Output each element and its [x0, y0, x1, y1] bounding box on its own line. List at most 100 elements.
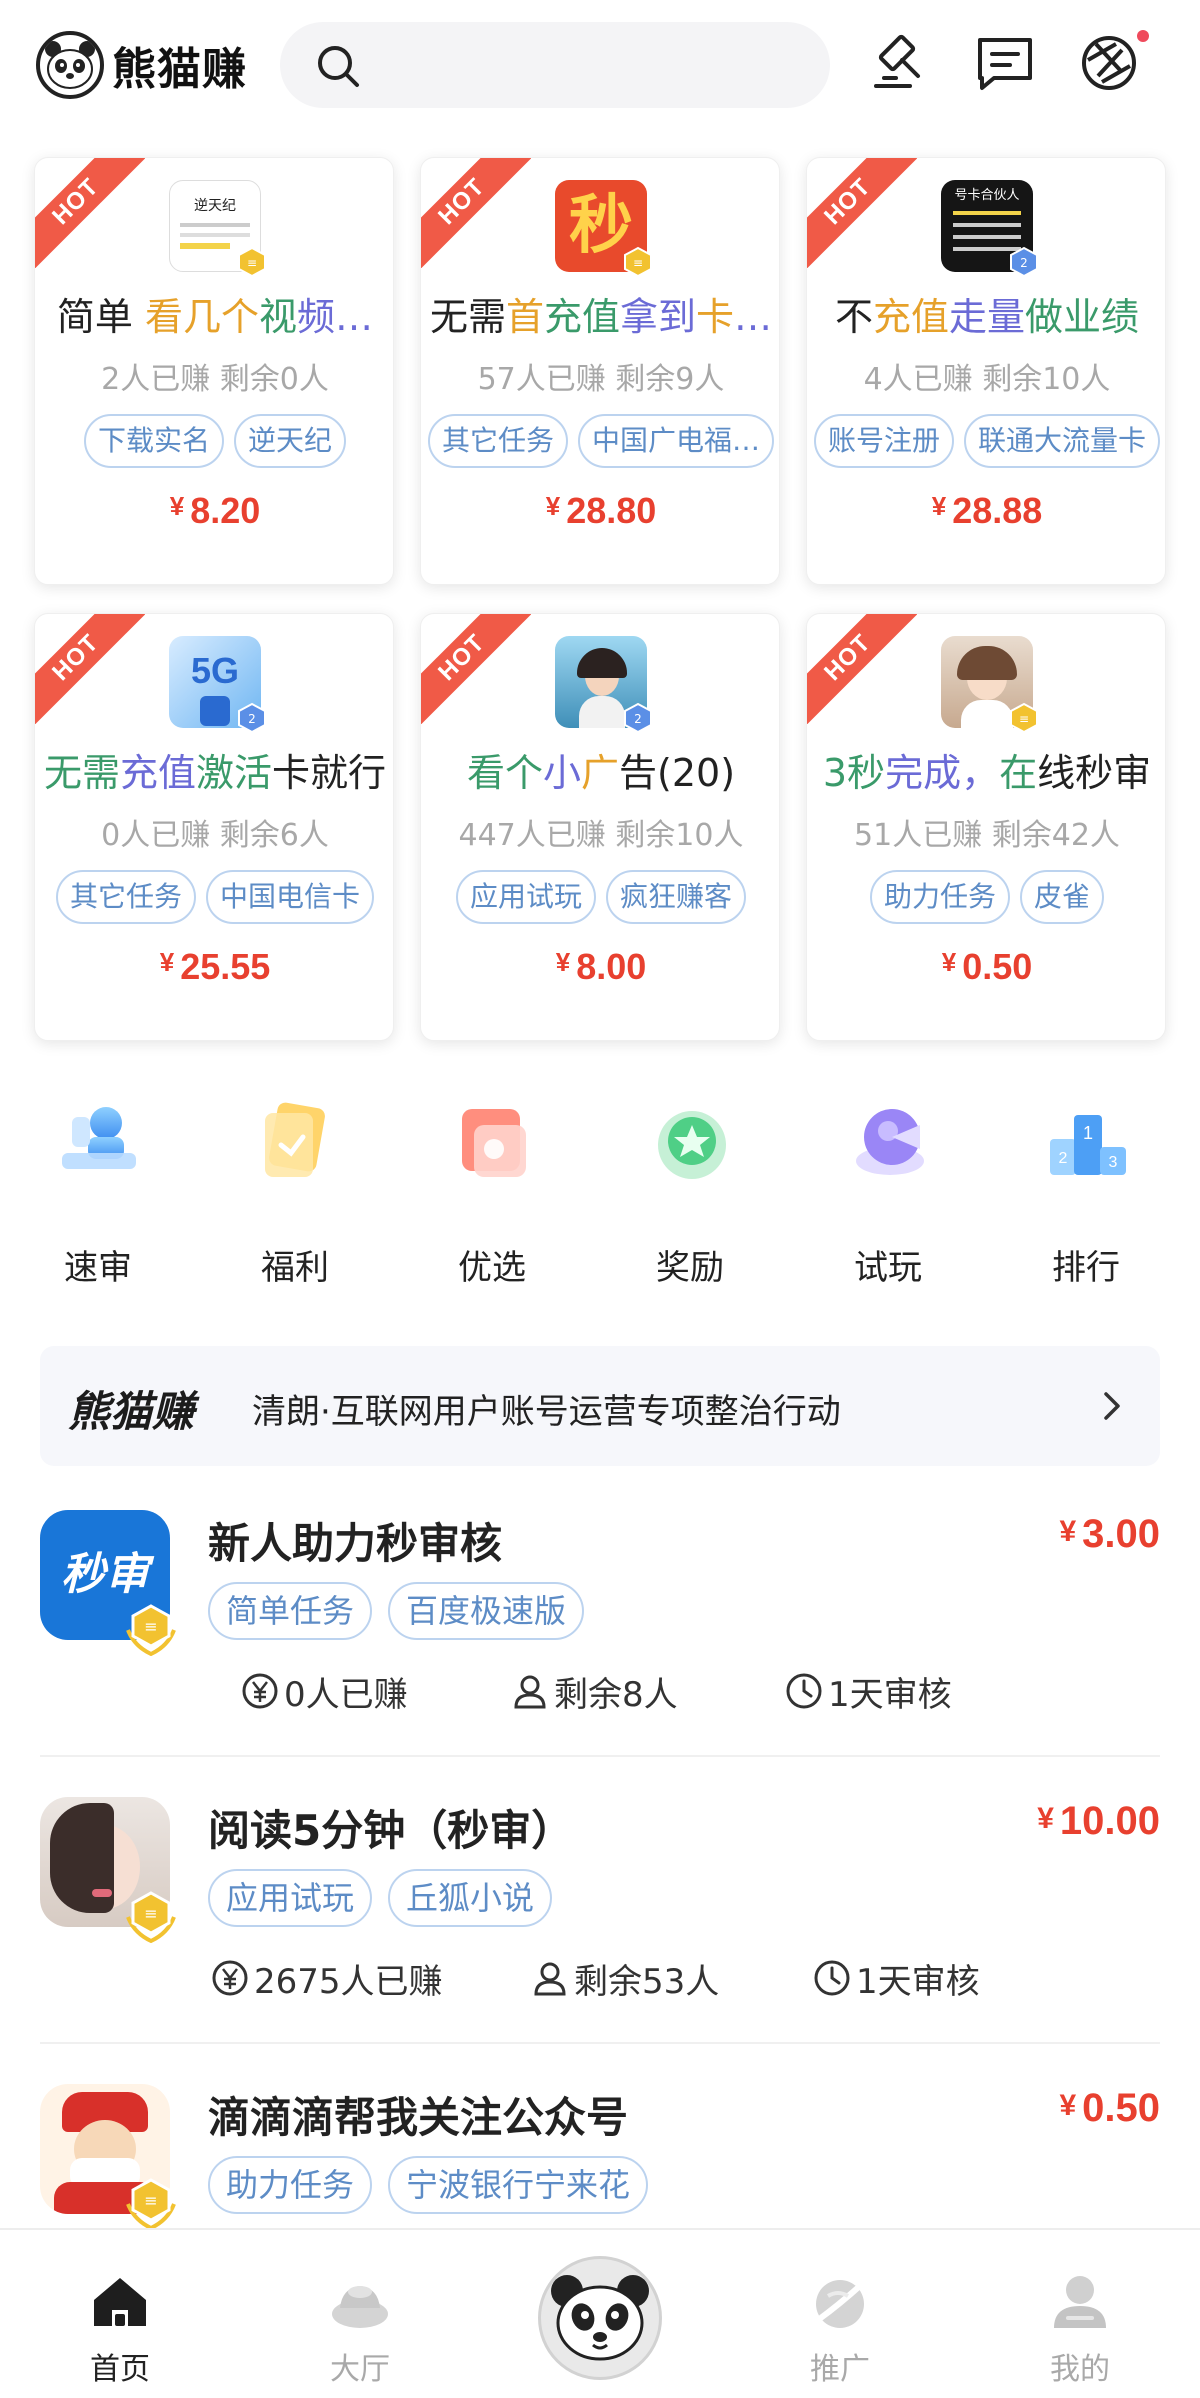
welfare-icon	[265, 1102, 325, 1177]
category-preferred[interactable]: 优选	[422, 1095, 562, 1295]
announcement-bar[interactable]: 熊猫赚 清朗·互联网用户账号运营专项整治行动	[40, 1346, 1160, 1466]
category-welfare[interactable]: 福利	[225, 1095, 365, 1295]
fast-review-icon	[62, 1107, 136, 1169]
task-tag[interactable]: 百度极速版	[388, 1582, 585, 1640]
svg-text:2: 2	[634, 712, 642, 726]
task-tag[interactable]: 中国广电福…	[578, 414, 775, 468]
hot-task-card[interactable]: HOT 2 看个小广告(20) 447人已赚 剩余10人 应用试玩 疯狂赚客 ¥…	[420, 613, 780, 1041]
category-fast-review[interactable]: 速审	[28, 1095, 168, 1295]
task-earned: 2675人已赚	[210, 1955, 443, 2002]
top-header: 熊猫赚	[0, 0, 1200, 130]
category-label: 试玩	[854, 1248, 922, 1288]
tab-home[interactable]: 首页	[40, 2230, 200, 2398]
tab-promote[interactable]: 推广	[760, 2230, 920, 2398]
hot-task-card[interactable]: HOT 号卡合伙人 2 不充值走量做业绩 4人已赚 剩余10人 账号注册 联通大…	[806, 157, 1166, 585]
tab-label: 推广	[810, 2352, 870, 2387]
svg-text:1: 1	[1083, 1123, 1093, 1143]
hot-ribbon: HOT	[421, 158, 531, 268]
notice-text: 清朗·互联网用户账号运营专项整治行动	[252, 1392, 841, 1432]
svg-text:≡: ≡	[144, 1617, 157, 1636]
task-tag[interactable]: 应用试玩	[208, 1869, 373, 1927]
task-tag[interactable]: 下载实名	[83, 414, 224, 468]
category-label: 福利	[261, 1248, 329, 1288]
task-title: 滴滴滴帮我关注公众号	[208, 2093, 629, 2142]
hot-task-price: ¥8.20	[169, 490, 261, 531]
hot-task-price: ¥28.88	[931, 490, 1043, 531]
home-icon	[94, 2278, 146, 2326]
hot-ribbon: HOT	[35, 158, 145, 268]
task-tag[interactable]: 皮雀	[1020, 870, 1105, 924]
task-list-item[interactable]: 秒审 ≡ 新人助力秒审核 ¥3.00 简单任务 百度极速版 0人已赚 剩余8人 …	[40, 1470, 1160, 1757]
hot-task-card[interactable]: HOT ≡ 3秒完成，在线秒审 51人已赚 剩余42人 助力任务 皮雀 ¥0.5…	[806, 613, 1166, 1041]
task-price: ¥10.00	[1037, 1799, 1160, 1843]
task-tag[interactable]: 账号注册	[813, 414, 954, 468]
category-shortcuts: 速审 福利 优选 奖励 试玩 1 2 3 排行	[0, 1095, 1200, 1295]
panda-logo-icon	[36, 31, 104, 99]
task-list-item[interactable]: ≡ 阅读5分钟（秒审） ¥10.00 应用试玩 丘狐小说 2675人已赚 剩余5…	[40, 1757, 1160, 2044]
auction-hammer-icon[interactable]	[866, 30, 932, 96]
app-logo[interactable]: 熊猫赚	[36, 30, 247, 100]
hot-task-price: ¥25.55	[159, 946, 271, 987]
svg-text:≡: ≡	[144, 1904, 157, 1923]
hot-task-title: 简单 看几个视频…	[56, 295, 374, 339]
aperture-settings-icon[interactable]	[1076, 30, 1142, 96]
svg-text:3: 3	[1109, 1154, 1118, 1171]
task-earned: 0人已赚	[240, 1668, 408, 1715]
task-tag[interactable]: 疯狂赚客	[606, 870, 747, 924]
hot-ribbon: HOT	[807, 614, 917, 724]
task-tag[interactable]: 其它任务	[55, 870, 196, 924]
notification-dot	[1137, 30, 1149, 42]
task-tag[interactable]: 中国电信卡	[206, 870, 375, 924]
category-label: 速审	[64, 1248, 132, 1288]
hot-task-title: 3秒完成，在线秒审	[822, 751, 1152, 795]
hot-task-card[interactable]: HOT 秒 ≡ 无需首充值拿到卡… 57人已赚 剩余9人 其它任务 中国广电福……	[420, 157, 780, 585]
category-ranking[interactable]: 1 2 3 排行	[1016, 1095, 1156, 1295]
task-tag[interactable]: 丘狐小说	[388, 1869, 553, 1927]
category-reward[interactable]: 奖励	[620, 1095, 760, 1295]
panda-center-button[interactable]	[538, 2256, 662, 2380]
task-remaining: 剩余53人	[530, 1955, 719, 2002]
message-icon[interactable]	[972, 30, 1038, 96]
task-tag[interactable]: 逆天纪	[234, 414, 347, 468]
hot-task-title: 无需充值激活卡就行	[43, 751, 387, 795]
gold-level-badge-icon: ≡	[126, 1604, 176, 1656]
svg-text:≡: ≡	[1019, 712, 1029, 726]
svg-text:2: 2	[1059, 1150, 1068, 1167]
category-label: 优选	[458, 1248, 526, 1288]
hot-task-stats: 447人已赚 剩余10人	[458, 818, 744, 853]
task-tag[interactable]: 宁波银行宁来花	[388, 2156, 649, 2214]
task-tag[interactable]: 助力任务	[869, 870, 1010, 924]
tab-hall[interactable]: 大厅	[280, 2230, 440, 2398]
svg-text:2: 2	[1020, 256, 1028, 270]
person-icon	[514, 1675, 546, 1709]
hot-task-card[interactable]: HOT 5G 2 无需充值激活卡就行 0人已赚 剩余6人 其它任务 中国电信卡 …	[34, 613, 394, 1041]
svg-text:≡: ≡	[247, 256, 257, 270]
tab-label: 大厅	[330, 2352, 390, 2387]
hot-task-stats: 51人已赚 剩余42人	[854, 818, 1120, 853]
hot-ribbon: HOT	[421, 614, 531, 724]
hall-icon	[332, 2286, 388, 2328]
task-tag[interactable]: 联通大流量卡	[964, 414, 1161, 468]
tab-profile[interactable]: 我的	[1000, 2230, 1160, 2398]
category-trial-play[interactable]: 试玩	[818, 1095, 958, 1295]
hot-task-stats: 57人已赚 剩余9人	[477, 362, 725, 397]
panda-face-icon	[551, 2275, 649, 2361]
gold-level-badge-icon: ≡	[238, 246, 266, 278]
chevron-right-icon	[1104, 1392, 1120, 1420]
hot-ribbon: HOT	[35, 614, 145, 724]
hot-task-grid: HOT 逆天纪 ≡ 简单 看几个视频… 2人已赚 剩余0人 下载实名 逆天纪 ¥…	[34, 157, 1166, 1041]
search-input[interactable]	[280, 22, 830, 108]
hot-task-card[interactable]: HOT 逆天纪 ≡ 简单 看几个视频… 2人已赚 剩余0人 下载实名 逆天纪 ¥…	[34, 157, 394, 585]
task-title: 新人助力秒审核	[208, 1519, 503, 1568]
tab-label: 我的	[1050, 2352, 1110, 2387]
task-tag[interactable]: 应用试玩	[455, 870, 596, 924]
blue-level-badge-icon: 2	[1010, 246, 1038, 278]
task-tag[interactable]: 简单任务	[208, 1582, 373, 1640]
clock-icon	[786, 1673, 822, 1709]
blue-level-badge-icon: 2	[238, 702, 266, 734]
category-label: 排行	[1052, 1248, 1120, 1288]
preferred-icon	[462, 1109, 526, 1177]
task-tag[interactable]: 其它任务	[427, 414, 568, 468]
yen-coin-icon	[242, 1673, 278, 1709]
task-tag[interactable]: 助力任务	[208, 2156, 373, 2214]
